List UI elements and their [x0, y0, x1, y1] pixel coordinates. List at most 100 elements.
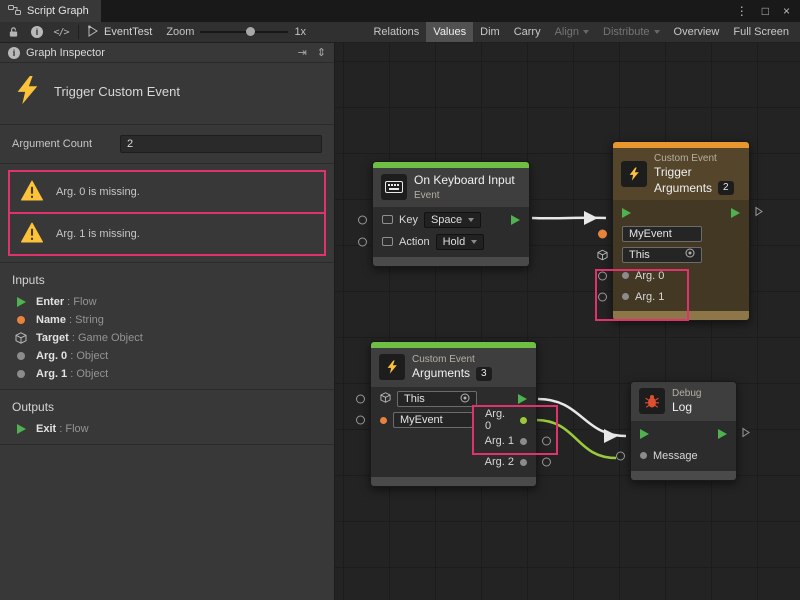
dim-button[interactable]: Dim	[473, 22, 507, 42]
graph-name[interactable]: EventTest	[87, 25, 152, 40]
node-on-keyboard-input[interactable]: On Keyboard Input Event Key Space	[372, 161, 530, 267]
pane-resize-icon[interactable]: ⇕	[317, 46, 326, 59]
string-port[interactable]	[598, 229, 607, 238]
flow-in-port[interactable]	[640, 429, 649, 439]
object-port-icon	[14, 370, 28, 378]
value-port[interactable]	[356, 416, 365, 425]
gameobject-port-icon[interactable]	[597, 249, 608, 260]
value-port[interactable]	[598, 292, 607, 301]
node-footer	[613, 311, 749, 320]
close-icon[interactable]: ×	[783, 4, 790, 18]
value-port[interactable]	[356, 395, 365, 404]
toolbar-separator	[78, 25, 79, 39]
edit-source-icon[interactable]: </>	[52, 23, 70, 41]
dropdown-caret-icon	[468, 218, 474, 222]
flow-continuation-icon	[755, 206, 763, 219]
argument-count-label: Argument Count	[12, 138, 120, 150]
flow-arrow-icon	[14, 424, 28, 434]
align-button[interactable]: Align	[548, 22, 596, 42]
arg-row: Arg. 1	[371, 431, 536, 452]
node-debug-log[interactable]: Debug Log	[630, 381, 737, 481]
maximize-icon[interactable]: □	[762, 4, 769, 18]
flow-out-port[interactable]	[511, 215, 520, 225]
pin-row-arg0: Arg. 0 : Object	[0, 347, 334, 365]
node-footer	[371, 477, 536, 486]
graph-toolbar: i </> EventTest Zoom 1x Relations Values…	[0, 22, 800, 43]
message-row: Message	[631, 445, 736, 467]
name-and-arg0-row: MyEvent Arg. 0	[371, 410, 536, 431]
warning-item: Arg. 0 is missing.	[8, 170, 326, 214]
script-graph-window: Script Graph ⋮ □ × i </> EventTest Zoom …	[0, 0, 800, 600]
outputs-section-header: Outputs	[0, 390, 334, 420]
value-port[interactable]	[598, 271, 607, 280]
arg-row: Arg. 1	[613, 286, 749, 307]
keyboard-icon	[381, 174, 407, 200]
node-title-line1: Trigger	[654, 165, 734, 181]
window-tab-bar: Script Graph ⋮ □ ×	[0, 0, 800, 22]
argument-count-row: Argument Count 2	[0, 125, 334, 164]
node-subtitle: Event	[414, 189, 515, 202]
values-button[interactable]: Values	[426, 22, 473, 42]
connected-value-port[interactable]	[520, 417, 527, 424]
carry-button[interactable]: Carry	[507, 22, 548, 42]
info-icon[interactable]: i	[28, 23, 46, 41]
pin-row-exit: Exit : Flow	[0, 420, 334, 438]
target-picker-icon[interactable]	[460, 393, 470, 406]
argument-count-field[interactable]: 2	[120, 135, 322, 153]
custom-event-unit-icon	[12, 75, 42, 108]
custom-event-icon	[621, 161, 647, 187]
node-custom-event-arguments[interactable]: Custom Event Arguments 3	[370, 341, 537, 487]
value-port[interactable]	[542, 458, 551, 467]
node-trigger-custom-event[interactable]: Custom Event Trigger Arguments 2	[612, 141, 750, 321]
node-title: On Keyboard Input	[414, 173, 515, 189]
value-port[interactable]	[542, 437, 551, 446]
keycode-icon	[382, 215, 393, 224]
target-field[interactable]: This	[397, 391, 477, 407]
value-port[interactable]	[358, 237, 367, 246]
event-name-field[interactable]: MyEvent	[393, 412, 473, 428]
node-title: Log	[672, 400, 701, 416]
dropdown-caret-icon	[654, 30, 660, 34]
distribute-button[interactable]: Distribute	[596, 22, 666, 42]
tab-title: Script Graph	[27, 5, 89, 17]
tab-script-graph[interactable]: Script Graph	[0, 0, 101, 22]
fullscreen-button[interactable]: Full Screen	[726, 22, 796, 42]
warning-icon	[20, 222, 44, 246]
flow-out-port[interactable]	[731, 208, 740, 218]
lock-icon[interactable]	[4, 23, 22, 41]
zoom-value: 1x	[294, 26, 306, 38]
pin-row-target: Target : Game Object	[0, 329, 334, 347]
argument-count-badge: 2	[718, 181, 734, 195]
node-category: Custom Event	[654, 152, 734, 165]
zoom-slider-knob[interactable]	[246, 27, 255, 36]
pin-row-enter: Enter : Flow	[0, 293, 334, 311]
flow-in-port[interactable]	[622, 208, 631, 218]
port-row-action: Action Hold	[373, 231, 529, 253]
node-category: Custom Event	[412, 353, 492, 366]
node-category: Debug	[672, 387, 701, 400]
target-picker-icon[interactable]	[685, 248, 695, 261]
window-menu-icon[interactable]: ⋮	[736, 4, 748, 18]
action-dropdown[interactable]: Hold	[436, 234, 485, 250]
flow-out-port[interactable]	[718, 429, 727, 439]
gameobject-cube-icon	[14, 332, 28, 344]
target-field[interactable]: This	[622, 247, 702, 263]
wire-listener-to-debug[interactable]	[538, 399, 626, 436]
overview-button[interactable]: Overview	[667, 22, 727, 42]
divider	[0, 444, 334, 445]
string-port-icon	[14, 316, 28, 324]
relations-button[interactable]: Relations	[366, 22, 426, 42]
graph-inspector-header: i Graph Inspector ⇥ ⇕	[0, 43, 334, 63]
graph-canvas[interactable]: On Keyboard Input Event Key Space	[335, 43, 800, 600]
target-row: This	[613, 244, 749, 265]
object-port-icon	[520, 438, 527, 445]
zoom-slider[interactable]	[200, 25, 288, 39]
key-dropdown[interactable]: Space	[424, 212, 481, 228]
object-port-icon	[622, 272, 629, 279]
object-port-icon	[520, 459, 527, 466]
event-name-field[interactable]: MyEvent	[622, 226, 702, 242]
value-port[interactable]	[616, 451, 625, 460]
flow-out-port[interactable]	[518, 394, 527, 404]
value-port[interactable]	[358, 215, 367, 224]
dock-panel-icon[interactable]: ⇥	[298, 46, 307, 59]
